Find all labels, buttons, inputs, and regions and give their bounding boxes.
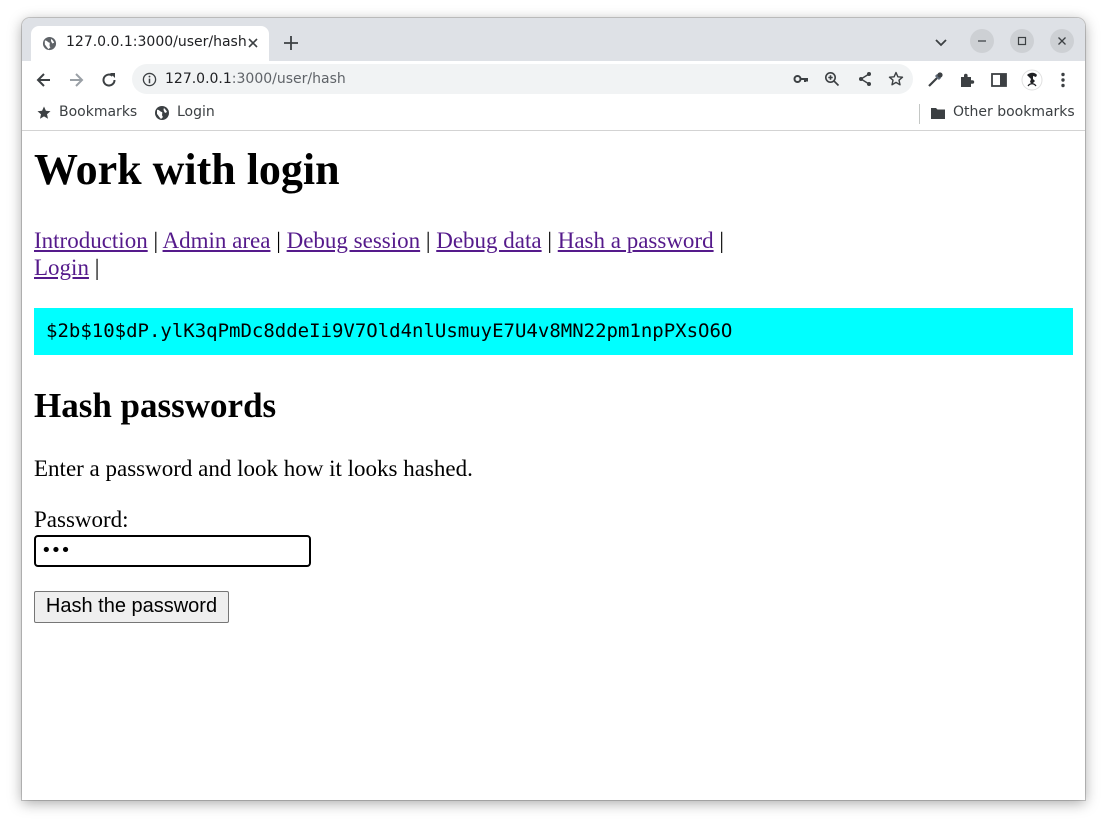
nav-link-introduction[interactable]: Introduction (34, 228, 148, 253)
active-tab[interactable]: 127.0.0.1:3000/user/hash (31, 26, 269, 61)
star-icon (37, 106, 51, 119)
forward-arrow-icon[interactable] (66, 70, 86, 90)
close-window-button[interactable] (1050, 29, 1074, 53)
minimize-button[interactable] (970, 29, 994, 53)
nav-separator: | (153, 228, 159, 253)
bookmark-label: Bookmarks (59, 104, 138, 120)
password-field[interactable]: ••• (34, 535, 311, 567)
nav-links: Introduction | Admin area | Debug sessio… (34, 227, 774, 281)
info-icon[interactable] (142, 72, 157, 87)
nav-separator: | (425, 228, 431, 253)
tab-title: 127.0.0.1:3000/user/hash (66, 34, 247, 50)
chevron-down-icon[interactable] (933, 34, 949, 50)
key-icon[interactable] (793, 71, 809, 87)
bookmarks-bar: Bookmarks Login Other bookmarks (22, 98, 1085, 131)
page-title: Work with login (34, 145, 340, 194)
nav-separator: | (276, 228, 281, 253)
minimize-icon (978, 40, 986, 42)
section-title: Hash passwords (34, 386, 277, 425)
bookmark-label: Login (177, 104, 215, 120)
nav-separator: | (719, 228, 724, 253)
bookmark-item-login[interactable]: Login (154, 103, 224, 123)
zoom-icon[interactable] (824, 71, 840, 87)
extensions-puzzle-icon[interactable] (958, 71, 976, 89)
nav-separator: | (94, 255, 100, 280)
globe-icon (42, 36, 57, 51)
other-bookmarks-folder[interactable]: Other bookmarks (930, 103, 1080, 123)
browser-window: 127.0.0.1:3000/user/hash 127.0.0.1:3000/… (22, 18, 1085, 800)
browser-toolbar: 127.0.0.1:3000/user/hash (22, 61, 1085, 98)
folder-icon (931, 108, 945, 119)
section-description: Enter a password and look how it looks h… (34, 456, 473, 481)
close-icon (1058, 37, 1066, 45)
close-icon[interactable] (245, 35, 261, 51)
nav-separator: | (547, 228, 552, 253)
eyedropper-icon[interactable] (926, 71, 944, 89)
hash-password-button[interactable]: Hash the password (34, 591, 229, 623)
profile-avatar-icon[interactable] (1021, 69, 1043, 91)
nav-link-debug-session[interactable]: Debug session (287, 228, 421, 253)
reload-icon[interactable] (99, 70, 119, 90)
nav-link-admin-area[interactable]: Admin area (163, 228, 271, 253)
bookmark-item-bookmarks[interactable]: Bookmarks (36, 103, 146, 123)
bookmarks-divider (919, 104, 920, 124)
hash-result-box: $2b$10$dP.ylK3qPmDc8ddeIi9V7Old4nlUsmuyE… (34, 308, 1073, 355)
page-content: Work with login Introduction | Admin are… (22, 131, 1085, 800)
globe-icon (155, 106, 169, 120)
password-masked-value: ••• (41, 540, 71, 561)
new-tab-plus-icon[interactable] (282, 34, 300, 52)
star-icon[interactable] (888, 71, 904, 87)
url-host: 127.0.0.1 (165, 71, 232, 87)
maximize-icon (1017, 36, 1027, 46)
hash-result-text: $2b$10$dP.ylK3qPmDc8ddeIi9V7Old4nlUsmuyE… (46, 320, 733, 342)
password-label: Password: (34, 507, 129, 532)
share-icon[interactable] (857, 71, 873, 87)
tab-strip: 127.0.0.1:3000/user/hash (22, 18, 1085, 61)
nav-link-hash-password[interactable]: Hash a password (558, 228, 714, 253)
other-bookmarks-label: Other bookmarks (953, 104, 1075, 120)
nav-link-debug-data[interactable]: Debug data (436, 228, 541, 253)
nav-link-login[interactable]: Login (34, 255, 89, 280)
side-panel-icon[interactable] (990, 71, 1008, 89)
address-bar[interactable]: 127.0.0.1:3000/user/hash (132, 64, 913, 94)
url-path: :3000/user/hash (231, 71, 346, 87)
menu-dots-icon[interactable] (1054, 71, 1072, 89)
maximize-button[interactable] (1010, 29, 1034, 53)
back-arrow-icon[interactable] (34, 70, 54, 90)
url-text[interactable]: 127.0.0.1:3000/user/hash (165, 71, 346, 87)
